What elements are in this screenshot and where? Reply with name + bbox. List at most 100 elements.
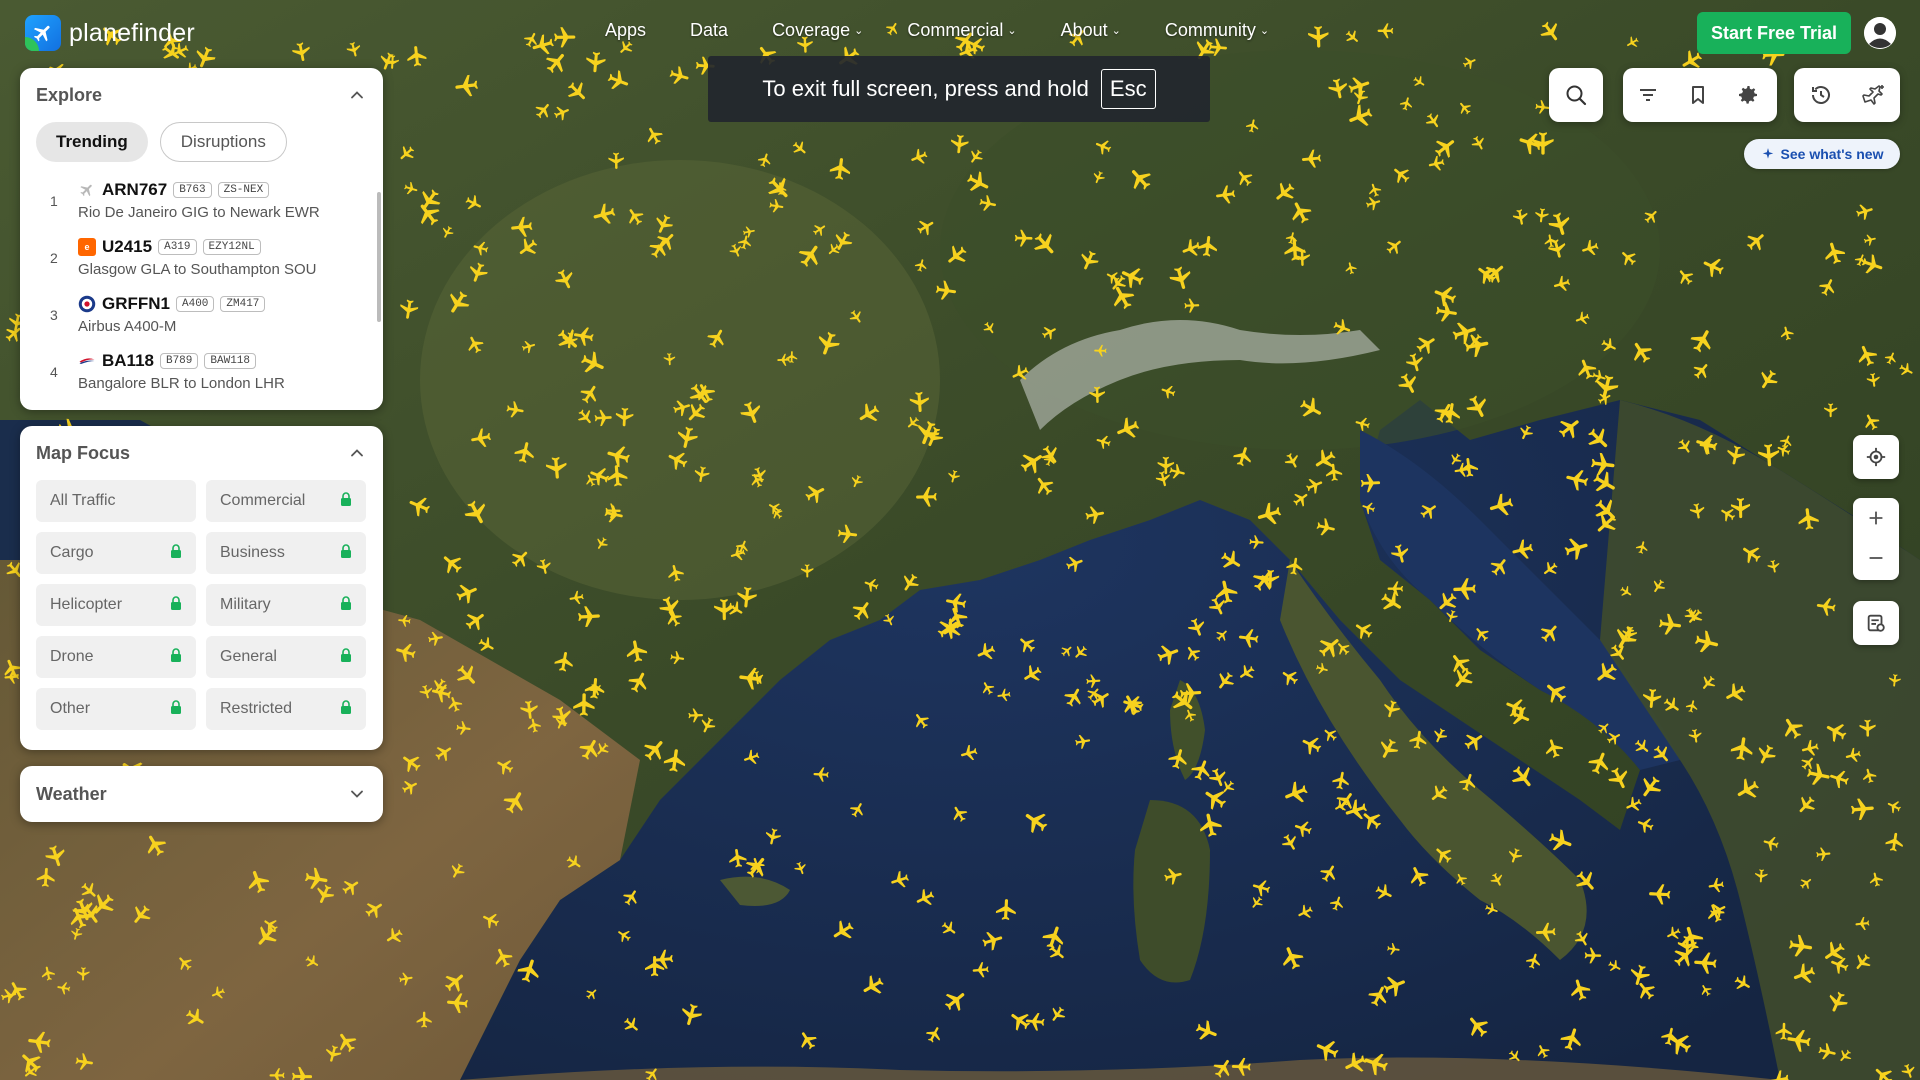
focus-option-label: Restricted [220, 700, 293, 717]
playback-button[interactable] [1794, 68, 1847, 122]
settings-button[interactable] [1723, 68, 1773, 122]
chevron-up-icon[interactable] [347, 85, 367, 105]
nav-commercial-label: Commercial [907, 20, 1004, 40]
callsign: U2415 [102, 237, 153, 256]
lock-icon [340, 543, 352, 563]
nav-coverage[interactable]: Coverage ⌄ [772, 20, 863, 41]
route-text: Bangalore BLR to London LHR [78, 375, 285, 392]
registration-tag: EZY12NL [202, 239, 261, 255]
locate-control [1853, 435, 1899, 479]
search-icon [1566, 85, 1587, 106]
nav-commercial[interactable]: Commercial ⌄ [907, 20, 1016, 41]
nav-about[interactable]: About ⌄ [1061, 20, 1121, 41]
filter-icon [1640, 89, 1656, 101]
focus-option-military[interactable]: Military [206, 584, 366, 626]
focus-option-label: Helicopter [50, 596, 123, 613]
explore-title: Explore [36, 84, 103, 105]
tab-trending[interactable]: Trending [36, 122, 148, 162]
rank-number: 4 [50, 363, 58, 380]
new-features-button[interactable] [1847, 68, 1900, 122]
weather-header[interactable]: Weather [20, 766, 383, 822]
lock-icon [170, 699, 182, 719]
focus-option-helicopter[interactable]: Helicopter [36, 584, 196, 626]
explore-header[interactable]: Explore [20, 68, 383, 122]
nav-data[interactable]: Data [690, 20, 728, 41]
planefinder-logo[interactable]: planefinder [25, 15, 195, 51]
focus-option-all-traffic[interactable]: All Traffic [36, 480, 196, 522]
focus-option-general[interactable]: General [206, 636, 366, 678]
rank-number: 3 [50, 306, 58, 323]
focus-option-label: General [220, 648, 277, 665]
nav-data-label: Data [690, 20, 729, 40]
nav-apps-label: Apps [605, 20, 647, 40]
chevron-up-icon[interactable] [347, 443, 367, 463]
lock-icon [340, 595, 352, 615]
start-free-trial-button[interactable]: Start Free Trial [1697, 12, 1851, 54]
map-focus-title: Map Focus [36, 442, 131, 463]
chevron-down-icon: ⌄ [854, 25, 864, 37]
history-toolgroup [1794, 68, 1900, 122]
minus-icon [1869, 557, 1883, 559]
callsign: BA118 [102, 351, 154, 370]
focus-option-cargo[interactable]: Cargo [36, 532, 196, 574]
aircraft-type-tag: B789 [159, 353, 199, 369]
user-avatar-icon[interactable] [1864, 17, 1896, 49]
list-item[interactable]: 4 BA118 B789 BAW118 Bangalore BLR to Lon… [36, 343, 367, 400]
focus-option-label: Drone [50, 648, 94, 665]
map-layers-control [1853, 601, 1899, 645]
bookmark-button[interactable] [1673, 68, 1723, 122]
zoom-in-button[interactable] [1853, 498, 1899, 538]
focus-option-drone[interactable]: Drone [36, 636, 196, 678]
lock-icon [170, 595, 182, 615]
registration-tag: ZS-NEX [217, 182, 270, 198]
tab-disruptions[interactable]: Disruptions [159, 122, 287, 162]
list-item[interactable]: 3 GRFFN1 A400 ZM417 Airbus A400-M [36, 286, 367, 343]
fullscreen-exit-banner: To exit full screen, press and hold Esc [708, 56, 1210, 122]
nav-apps[interactable]: Apps [605, 20, 646, 41]
generic-plane-icon [78, 181, 96, 199]
filter-button[interactable] [1623, 68, 1673, 122]
focus-option-label: Other [50, 700, 91, 717]
explore-panel: Explore Trending Disruptions 1 ARN767 B7… [20, 68, 383, 410]
search-button[interactable] [1549, 68, 1603, 122]
focus-option-commercial[interactable]: Commercial [206, 480, 366, 522]
weather-panel: Weather [20, 766, 383, 822]
chevron-down-icon[interactable] [347, 784, 367, 804]
registration-tag: ZM417 [220, 296, 266, 312]
aircraft-type-tag: A319 [158, 239, 197, 255]
chevron-down-icon: ⌄ [1111, 25, 1121, 37]
route-text: Airbus A400-M [78, 318, 177, 335]
rank-number: 1 [50, 192, 58, 209]
focus-option-restricted[interactable]: Restricted [206, 688, 366, 730]
map-layers-icon [1867, 614, 1885, 632]
see-whats-new-button[interactable]: See what's new [1744, 139, 1900, 169]
weather-title: Weather [36, 783, 107, 804]
callsign: ARN767 [102, 180, 168, 199]
see-whats-new-label: See what's new [1780, 146, 1884, 162]
locate-me-button[interactable] [1853, 435, 1899, 479]
map-focus-header[interactable]: Map Focus [20, 426, 383, 480]
nav-community[interactable]: Community ⌄ [1165, 20, 1269, 41]
focus-option-label: Commercial [220, 492, 306, 509]
lock-icon [340, 647, 352, 667]
ba-speedmarque-icon [78, 352, 96, 370]
svg-text:e: e [84, 242, 89, 252]
map-layers-button[interactable] [1853, 601, 1899, 645]
aircraft-type-tag: B763 [173, 182, 212, 198]
nav-about-label: About [1060, 20, 1108, 40]
explore-scrollbar[interactable] [377, 192, 381, 322]
focus-option-other[interactable]: Other [36, 688, 196, 730]
route-text: Glasgow GLA to Southampton SOU [78, 261, 317, 278]
focus-option-label: Cargo [50, 544, 94, 561]
plus-icon [1869, 511, 1883, 525]
view-toolgroup [1623, 68, 1777, 122]
zoom-out-button[interactable] [1853, 538, 1899, 578]
list-item[interactable]: 2 e U2415 A319 EZY12NL Glasgow GLA to So… [36, 229, 367, 286]
focus-option-business[interactable]: Business [206, 532, 366, 574]
list-item[interactable]: 1 ARN767 B763 ZS-NEX Rio De Janeiro GIG … [36, 172, 367, 229]
registration-tag: BAW118 [204, 353, 256, 369]
lock-icon [170, 647, 182, 667]
chevron-down-icon: ⌄ [1259, 25, 1270, 37]
esc-key-badge: Esc [1100, 69, 1156, 109]
crosshair-icon [1866, 447, 1886, 467]
